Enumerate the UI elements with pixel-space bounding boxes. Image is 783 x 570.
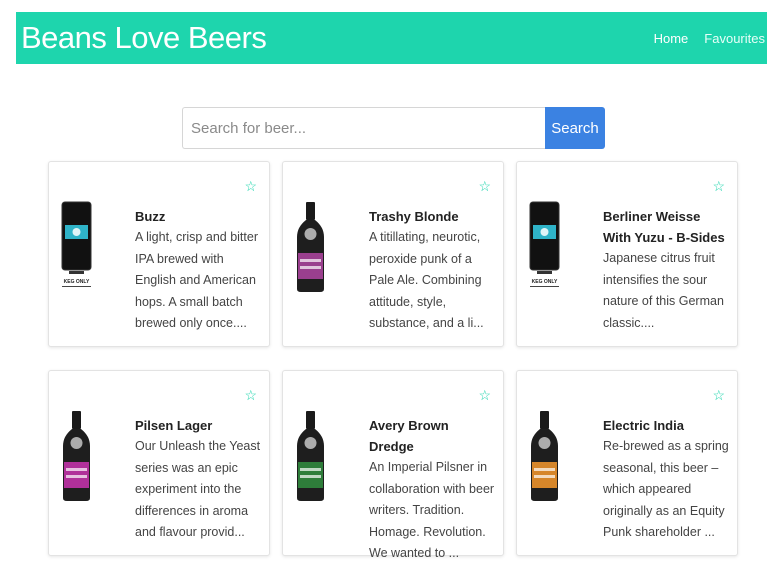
beer-name: Berliner Weisse With Yuzu - B-Sides xyxy=(603,209,725,245)
beer-name: Electric India xyxy=(603,418,684,433)
beer-name: Buzz xyxy=(135,209,166,224)
beer-bottle-image xyxy=(59,410,94,502)
beer-name: Pilsen Lager xyxy=(135,418,213,433)
beer-description: A light, crisp and bitter IPA brewed wit… xyxy=(135,230,258,330)
beer-bottle-image: KEG ONLY xyxy=(527,201,562,293)
beer-card[interactable]: ☆ Pilsen Lager Our Unleash the Yeast serie… xyxy=(48,370,270,556)
beer-description: Japanese citrus fruit intensifies the so… xyxy=(603,251,724,330)
beer-card[interactable]: ☆ Avery Brown Dredge An Imperial Pilsner i… xyxy=(282,370,504,560)
beer-name: Trashy Blonde xyxy=(369,209,459,224)
beer-description: A titillating, neurotic, peroxide punk o… xyxy=(369,230,484,330)
favourite-star-icon[interactable]: ☆ xyxy=(712,179,725,193)
beer-bottle-image xyxy=(293,201,328,293)
beer-bottle-image xyxy=(527,410,562,502)
beer-card[interactable]: ☆ Trashy Blonde A titillating, neurotic, p… xyxy=(282,161,504,347)
beer-description: Re-brewed as a spring seasonal, this bee… xyxy=(603,439,729,539)
search-form: Search xyxy=(182,107,605,149)
beer-description: An Imperial Pilsner in collaboration wit… xyxy=(369,460,495,560)
search-button[interactable]: Search xyxy=(545,107,605,149)
favourite-star-icon[interactable]: ☆ xyxy=(244,388,257,402)
beer-card[interactable]: ☆ Electric India Re-brewed as a spring sea… xyxy=(516,370,738,556)
svg-text:KEG ONLY: KEG ONLY xyxy=(64,279,90,285)
favourite-star-icon[interactable]: ☆ xyxy=(478,179,491,193)
favourite-star-icon[interactable]: ☆ xyxy=(712,388,725,402)
beer-card[interactable]: ☆ KEG ONLY Buzz A light, crisp and bitter I… xyxy=(48,161,270,347)
search-input[interactable] xyxy=(182,107,545,149)
beer-card[interactable]: ☆ KEG ONLY Berliner Weisse With Yuzu - B-S… xyxy=(516,161,738,347)
nav-home-link[interactable]: Home xyxy=(654,31,689,46)
nav-favourites-link[interactable]: Favourites xyxy=(704,31,765,46)
beer-description: Our Unleash the Yeast series was an epic… xyxy=(135,439,261,539)
svg-text:KEG ONLY: KEG ONLY xyxy=(532,279,558,285)
beer-bottle-image: KEG ONLY xyxy=(59,201,94,293)
favourite-star-icon[interactable]: ☆ xyxy=(478,388,491,402)
beer-bottle-image xyxy=(293,410,328,502)
navbar: Beans Love Beers Home Favourites xyxy=(16,12,767,64)
nav-links: Home Favourites xyxy=(654,31,765,46)
favourite-star-icon[interactable]: ☆ xyxy=(244,179,257,193)
beer-name: Avery Brown Dredge xyxy=(369,418,449,454)
brand-title[interactable]: Beans Love Beers xyxy=(21,20,267,56)
